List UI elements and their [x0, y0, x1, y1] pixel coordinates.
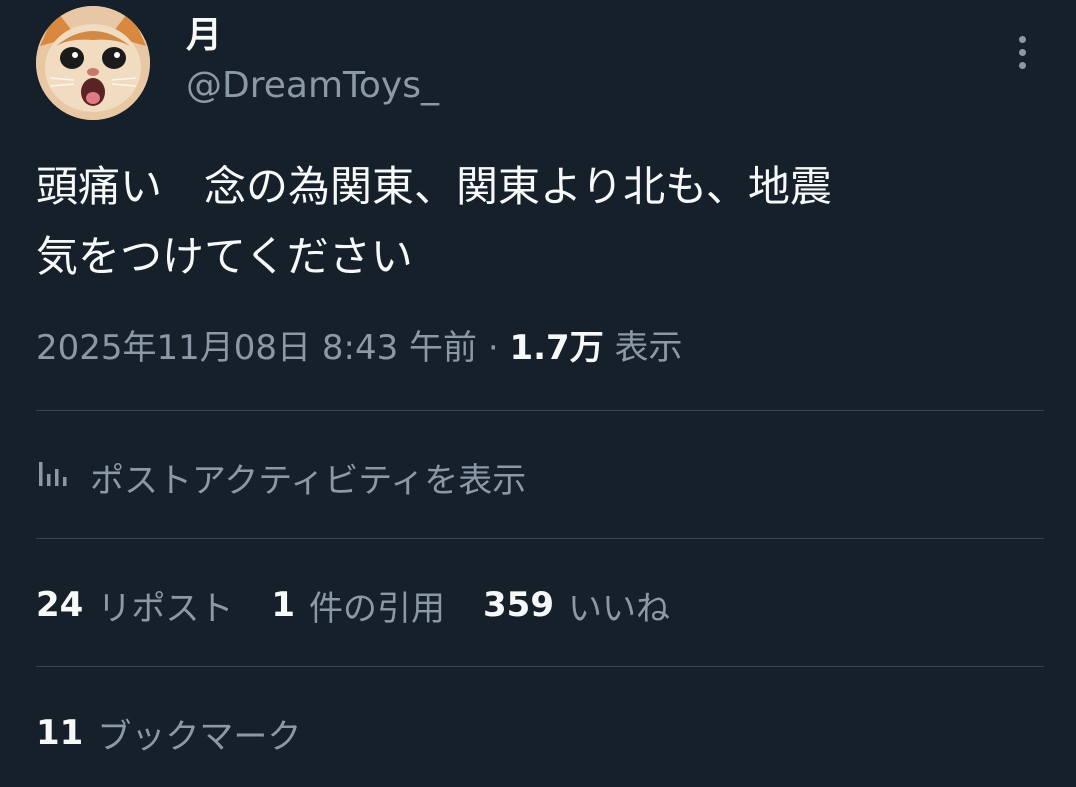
timestamp[interactable]: 2025年11月08日 8:43 午前: [36, 328, 477, 368]
bookmarks-stat[interactable]: 11 ブックマーク: [36, 708, 339, 758]
quotes-count: 1: [271, 585, 295, 625]
post-activity-label: ポストアクティビティを表示: [90, 460, 527, 501]
divider: [36, 538, 1044, 539]
display-name[interactable]: 月: [186, 14, 222, 58]
bookmarks-stat-inner: 11 ブックマーク: [36, 709, 301, 758]
likes-stat[interactable]: 359 いいね: [483, 581, 670, 630]
quotes-stat[interactable]: 1 件の引用: [271, 581, 445, 630]
tweet-meta: 2025年11月08日 8:43 午前 · 1.7万 表示: [36, 324, 683, 372]
user-handle[interactable]: @DreamToys_: [186, 64, 439, 108]
quotes-label: 件の引用: [309, 588, 445, 629]
meta-separator: ·: [477, 328, 510, 368]
likes-label: いいね: [567, 588, 670, 629]
cat-avatar-icon: [36, 6, 150, 120]
reposts-count: 24: [36, 585, 84, 625]
post-activity-link[interactable]: ポストアクティビティを表示: [36, 452, 526, 502]
reposts-stat[interactable]: 24 リポスト: [36, 581, 233, 630]
more-dot-icon: [1018, 61, 1026, 69]
more-options-button[interactable]: [1006, 30, 1038, 74]
more-dot-icon: [1018, 35, 1026, 43]
views-count: 1.7万: [509, 328, 604, 368]
bookmarks-count: 11: [36, 713, 84, 753]
tweet-text: 頭痛い 念の為関東、関東より北も、地震 気をつけてください: [36, 162, 832, 281]
more-dot-icon: [1018, 48, 1026, 56]
divider: [36, 410, 1044, 411]
divider: [36, 666, 1044, 667]
engagement-stats: 24 リポスト 1 件の引用 359 いいね: [36, 580, 708, 630]
bar-chart-icon: [36, 457, 70, 497]
bookmarks-label: ブックマーク: [97, 716, 302, 757]
reposts-label: リポスト: [97, 588, 234, 629]
likes-count: 359: [483, 585, 554, 625]
avatar[interactable]: [36, 6, 150, 120]
views-label: 表示: [603, 328, 683, 368]
